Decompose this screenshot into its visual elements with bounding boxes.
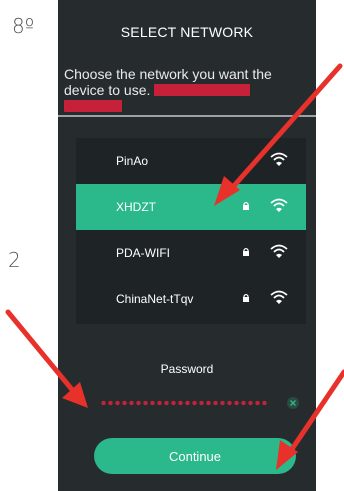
network-item-pda-wifi[interactable]: PDA-WIFI	[76, 230, 306, 276]
password-label: Password	[160, 362, 214, 376]
network-item-chinanet-ttqv[interactable]: ChinaNet-tTqv	[76, 276, 306, 322]
lock-icon	[243, 293, 249, 302]
redacted-text-block	[154, 84, 251, 96]
wifi-icon	[270, 152, 288, 166]
lock-icon	[243, 247, 249, 256]
network-name: XHDZT	[116, 200, 156, 214]
instruction-text: Choose the network you want the device t…	[64, 66, 308, 114]
phone-screen: SELECT NETWORK Choose the network you wa…	[58, 0, 316, 491]
network-item-pinao[interactable]: PinAo	[76, 138, 306, 184]
continue-button[interactable]: Continue	[94, 438, 296, 474]
wifi-icon	[270, 290, 288, 304]
password-input[interactable]	[92, 391, 304, 415]
clear-icon[interactable]	[286, 396, 300, 410]
redacted-text-block	[64, 100, 122, 112]
network-name: PDA-WIFI	[116, 246, 170, 260]
network-list: PinAo XHDZT PDA-WIFI ChinaNet-tTqv	[76, 138, 306, 324]
network-item-xhdzt[interactable]: XHDZT	[76, 184, 306, 230]
password-masked-value	[100, 400, 268, 406]
network-name: PinAo	[116, 154, 149, 168]
wifi-icon	[270, 244, 288, 258]
page-title: SELECT NETWORK	[120, 24, 254, 40]
network-name: ChinaNet-tTqv	[116, 292, 194, 306]
divider	[58, 115, 316, 117]
side-label-middle: 2	[8, 248, 21, 272]
side-label-top: 8º	[12, 14, 35, 38]
wifi-icon	[270, 198, 288, 212]
lock-icon	[243, 201, 249, 210]
